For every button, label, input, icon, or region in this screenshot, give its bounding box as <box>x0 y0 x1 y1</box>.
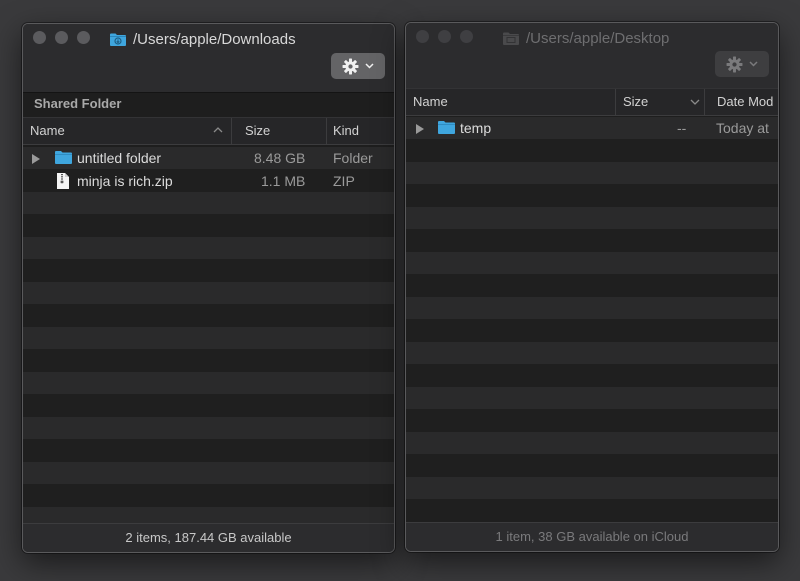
file-name: temp <box>460 120 492 136</box>
column-size-label: Size <box>623 94 649 109</box>
folder-icon <box>55 151 72 164</box>
zoom-button[interactable] <box>77 31 90 44</box>
titlebar: /Users/apple/Downloads <box>23 24 394 93</box>
file-size: -- <box>677 120 687 136</box>
section-header: Shared Folder <box>34 96 122 111</box>
file-list: untitled folder 8.48 GB Folder minja is … <box>23 147 394 523</box>
window-controls <box>416 30 473 43</box>
column-size[interactable]: Size <box>238 118 327 144</box>
downloads-window: /Users/apple/Downloads Shared Folder Nam… <box>22 23 395 553</box>
close-button[interactable] <box>416 30 429 43</box>
file-kind: Folder <box>333 150 373 166</box>
sort-descending-icon <box>690 99 700 105</box>
file-name: minja is rich.zip <box>77 172 173 189</box>
sort-ascending-icon <box>213 127 223 133</box>
list-item[interactable]: untitled folder 8.48 GB Folder <box>23 147 394 170</box>
gear-icon <box>342 58 359 74</box>
titlebar: /Users/apple/Desktop <box>406 23 778 90</box>
status-bar: 1 item, 38 GB available on iCloud <box>406 522 778 551</box>
minimize-button[interactable] <box>438 30 451 43</box>
zip-file-icon <box>57 172 69 189</box>
disclosure-triangle-icon[interactable] <box>416 124 424 134</box>
desktop-folder-icon <box>503 32 519 45</box>
column-header: Name Size Date Mod <box>406 88 778 116</box>
column-size-label: Size <box>245 123 271 138</box>
chevron-down-icon <box>365 63 374 69</box>
chevron-down-icon <box>749 61 758 67</box>
file-date-modified: Today at <box>716 120 769 136</box>
column-header: Name Size Kind <box>23 117 394 145</box>
file-name: untitled folder <box>77 150 162 166</box>
column-name[interactable]: Name <box>406 89 616 115</box>
desktop-window: /Users/apple/Desktop Name Size Date Mod … <box>405 22 779 552</box>
path-label: /Users/apple/Downloads <box>133 30 296 48</box>
downloads-folder-icon <box>110 33 126 46</box>
folder-icon <box>438 121 455 134</box>
zoom-button[interactable] <box>460 30 473 43</box>
action-menu-button[interactable] <box>331 53 385 79</box>
file-list: temp -- Today at <box>406 117 778 522</box>
list-item[interactable]: minja is rich.zip 1.1 MB ZIP <box>23 170 394 193</box>
list-item[interactable]: temp -- Today at <box>406 117 778 140</box>
minimize-button[interactable] <box>55 31 68 44</box>
file-kind: ZIP <box>333 172 355 189</box>
column-size[interactable]: Size <box>616 89 705 115</box>
path-label: /Users/apple/Desktop <box>526 29 670 47</box>
close-button[interactable] <box>33 31 46 44</box>
column-name[interactable]: Name <box>23 118 232 144</box>
column-date-label: Date Mod <box>717 94 774 109</box>
status-bar: 2 items, 187.44 GB available <box>23 523 394 552</box>
disclosure-triangle-icon[interactable] <box>32 154 40 164</box>
column-kind-label: Kind <box>333 123 360 138</box>
gear-icon <box>726 56 743 72</box>
file-size: 8.48 GB <box>254 150 306 166</box>
action-menu-button[interactable] <box>715 51 769 77</box>
window-title: /Users/apple/Desktop <box>502 29 669 47</box>
window-controls <box>33 31 90 44</box>
column-name-label: Name <box>413 94 448 109</box>
column-date-modified[interactable]: Date Mod <box>705 89 778 115</box>
file-size: 1.1 MB <box>261 172 306 189</box>
column-name-label: Name <box>30 123 65 138</box>
window-title: /Users/apple/Downloads <box>109 30 296 48</box>
column-kind[interactable]: Kind <box>326 118 394 144</box>
